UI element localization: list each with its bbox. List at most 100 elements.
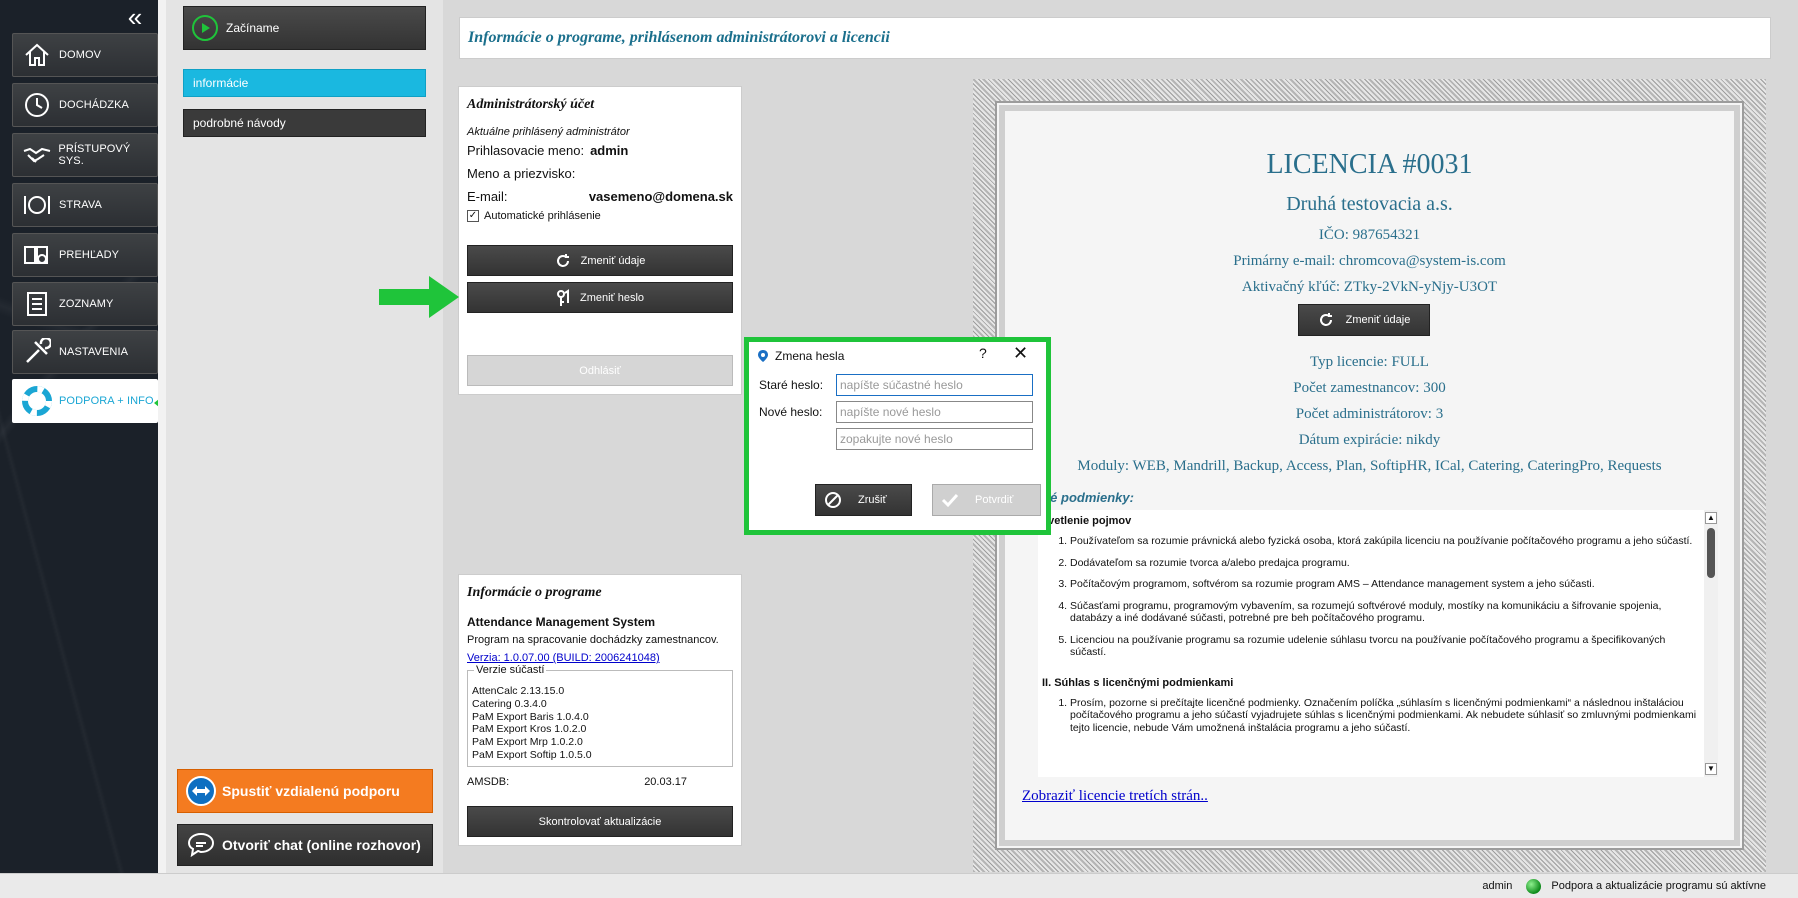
nav-item-nastavenia[interactable]: NASTAVENIA — [12, 330, 158, 374]
repeat-password-field[interactable] — [836, 428, 1033, 450]
app-name: Attendance Management System — [467, 615, 656, 629]
change-password-button[interactable]: Zmeniť heslo — [467, 282, 733, 313]
auto-login-row: ✓ Automatické prihlásenie — [467, 210, 733, 222]
list-item: Catering 0.3.4.0 — [472, 697, 547, 710]
change-password-label: Zmeniť heslo — [579, 291, 645, 304]
lifebuoy-icon — [21, 385, 53, 417]
name-row: Meno a priezvisko: — [467, 166, 733, 181]
nav-item-pristupovy-sys[interactable]: PRÍSTUPOVÝ SYS. — [12, 133, 158, 177]
scroll-up-icon[interactable]: ▲ — [1705, 512, 1717, 524]
refresh-icon — [1318, 312, 1334, 328]
components-box: Verzie súčastí AttenCalc 2.13.15.0 Cater… — [467, 664, 733, 767]
license-expiry: Dátum expirácie: nikdy — [1298, 432, 1441, 448]
nav-label: DOMOV — [59, 49, 102, 61]
license-change-details-label: Zmeniť údaje — [1345, 314, 1411, 326]
status-led-icon — [1526, 878, 1542, 894]
scroll-down-icon[interactable]: ▼ — [1705, 763, 1717, 775]
list-item: PaM Export Kros 1.0.2.0 — [472, 723, 587, 736]
program-panel-title: Informácie o programe — [467, 585, 602, 600]
getting-started-button[interactable]: Začíname — [183, 6, 426, 50]
nav-item-zoznamy[interactable]: ZOZNAMY — [12, 282, 158, 326]
list-item: Používateľom sa rozumie právnická alebo … — [1070, 535, 1700, 548]
email-label: E-mail: — [467, 189, 508, 204]
license-activation-key: Aktivačný kľúč: ZTky-2VkN-yNjy-U3OT — [1241, 279, 1498, 295]
wrench-screwdriver-icon — [21, 336, 53, 368]
license-type: Typ licencie: FULL — [1310, 354, 1429, 370]
chat-bubble-icon — [186, 830, 216, 860]
change-details-button[interactable]: Zmeniť údaje — [467, 245, 733, 276]
subnav-label: informácie — [193, 76, 249, 90]
license-employees: Počet zamestnancov: 300 — [1293, 380, 1446, 396]
new-password-row: Nové heslo: — [759, 401, 1033, 423]
status-bar: admin Podpora a aktualizácie programu sú… — [0, 873, 1798, 898]
app-pin-icon — [757, 349, 769, 363]
green-arrow-icon — [379, 276, 459, 318]
components-legend: Verzie súčastí — [474, 664, 547, 676]
license-modules: Moduly: WEB, Mandrill, Backup, Access, P… — [1077, 458, 1662, 474]
check-updates-button[interactable]: Skontrolovať aktualizácie — [467, 806, 733, 837]
close-icon[interactable]: ✕ — [1013, 343, 1028, 364]
nav-item-domov[interactable]: DOMOV — [12, 33, 158, 77]
scroll-thumb[interactable] — [1707, 528, 1715, 578]
cancel-button[interactable]: Zrušiť — [815, 484, 912, 516]
terms-scrollbar[interactable]: ▲ ▼ — [1704, 510, 1718, 777]
new-password-field[interactable] — [836, 401, 1033, 423]
components-list: AttenCalc 2.13.15.0 Catering 0.3.4.0 PaM… — [472, 685, 728, 762]
old-password-row: Staré heslo: — [759, 374, 1033, 396]
auto-login-checkbox[interactable]: ✓ — [467, 210, 479, 222]
play-icon — [192, 15, 218, 41]
cancel-circle-icon — [824, 491, 842, 509]
nav-label: PODPORA + INFO — [59, 395, 154, 407]
logout-label: Odhlásiť — [579, 364, 621, 377]
change-details-label: Zmeniť údaje — [580, 254, 646, 267]
checkmark-icon — [941, 491, 959, 509]
change-password-dialog: Zmena hesla ? ✕ Staré heslo: Nové heslo:… — [744, 337, 1051, 535]
nav-item-strava[interactable]: STRAVA — [12, 183, 158, 227]
open-chat-button[interactable]: Otvoriť chat (online rozhovor) — [177, 824, 433, 866]
list-icon — [21, 288, 53, 320]
subnav-label: podrobné návody — [193, 116, 286, 130]
getting-started-label: Začíname — [226, 21, 280, 35]
page-title: Informácie o programe, prihlásenom admin… — [468, 29, 890, 46]
license-change-details-button[interactable]: Zmeniť údaje — [1298, 304, 1430, 336]
subnav-item-informacie[interactable]: informácie — [183, 69, 426, 97]
terms-list: Používateľom sa rozumie právnická alebo … — [1070, 535, 1718, 659]
amsdb-row: AMSDB: 20.03.17 — [467, 776, 733, 788]
keys-icon — [556, 288, 570, 307]
login-label: Prihlasovacie meno: — [467, 143, 585, 158]
license-email: Primárny e-mail: chromcova@system-is.com — [1233, 253, 1506, 269]
version-link[interactable]: Verzia: 1.0.07.00 (BUILD: 2006241048) — [467, 652, 733, 664]
nav-item-dochadzka[interactable]: DOCHÁDZKA — [12, 83, 158, 127]
confirm-label: Potvrdiť — [975, 494, 1014, 506]
new-password-label: Nové heslo: — [759, 405, 823, 419]
clock-icon — [21, 89, 53, 121]
nav-label: PRÍSTUPOVÝ SYS. — [58, 143, 131, 167]
nav-label: PREHĽADY — [59, 249, 120, 261]
list-item: AttenCalc 2.13.15.0 — [472, 685, 565, 697]
remote-support-label: Spustiť vzdialenú podporu — [222, 783, 400, 799]
third-party-licenses-link[interactable]: Zobraziť licencie tretích strán.. — [1022, 788, 1208, 805]
collapse-menu-icon[interactable]: « — [122, 4, 148, 30]
amsdb-label: AMSDB: — [467, 776, 510, 788]
help-icon[interactable]: ? — [979, 345, 987, 361]
list-item: Počítačovým programom, softvérom sa rozu… — [1070, 578, 1700, 591]
logout-button[interactable]: Odhlásiť — [467, 355, 733, 386]
nav-item-prehlady[interactable]: PREHĽADY — [12, 233, 158, 277]
list-item: Prosím, pozorne si prečítajte licenčné p… — [1070, 697, 1700, 735]
login-value: admin — [590, 143, 629, 158]
license-company: Druhá testovacia a.s. — [1286, 193, 1453, 215]
status-message: Podpora a aktualizácie programu sú aktív… — [1551, 880, 1766, 892]
subnav-item-podrobne-navody[interactable]: podrobné návody — [183, 109, 426, 137]
admin-panel-title: Administrátorský účet — [467, 97, 595, 112]
terms-list: Prosím, pozorne si prečítajte licenčné p… — [1070, 697, 1718, 735]
email-value: vasemeno@domena.sk — [588, 189, 733, 204]
license-ico: IČO: 987654321 — [1318, 227, 1421, 243]
email-row: E-mail: vasemeno@domena.sk — [467, 189, 733, 204]
confirm-button[interactable]: Potvrdiť — [932, 484, 1041, 516]
remote-support-button[interactable]: Spustiť vzdialenú podporu — [177, 769, 433, 813]
nav-item-podpora-info[interactable]: PODPORA + INFO — [12, 379, 158, 423]
admin-panel-subtitle: Aktuálne prihlásený administrátor — [467, 126, 630, 138]
old-password-field[interactable] — [836, 374, 1033, 396]
list-item: PaM Export Softip 1.0.5.0 — [472, 748, 592, 761]
check-updates-label: Skontrolovať aktualizácie — [538, 815, 662, 828]
